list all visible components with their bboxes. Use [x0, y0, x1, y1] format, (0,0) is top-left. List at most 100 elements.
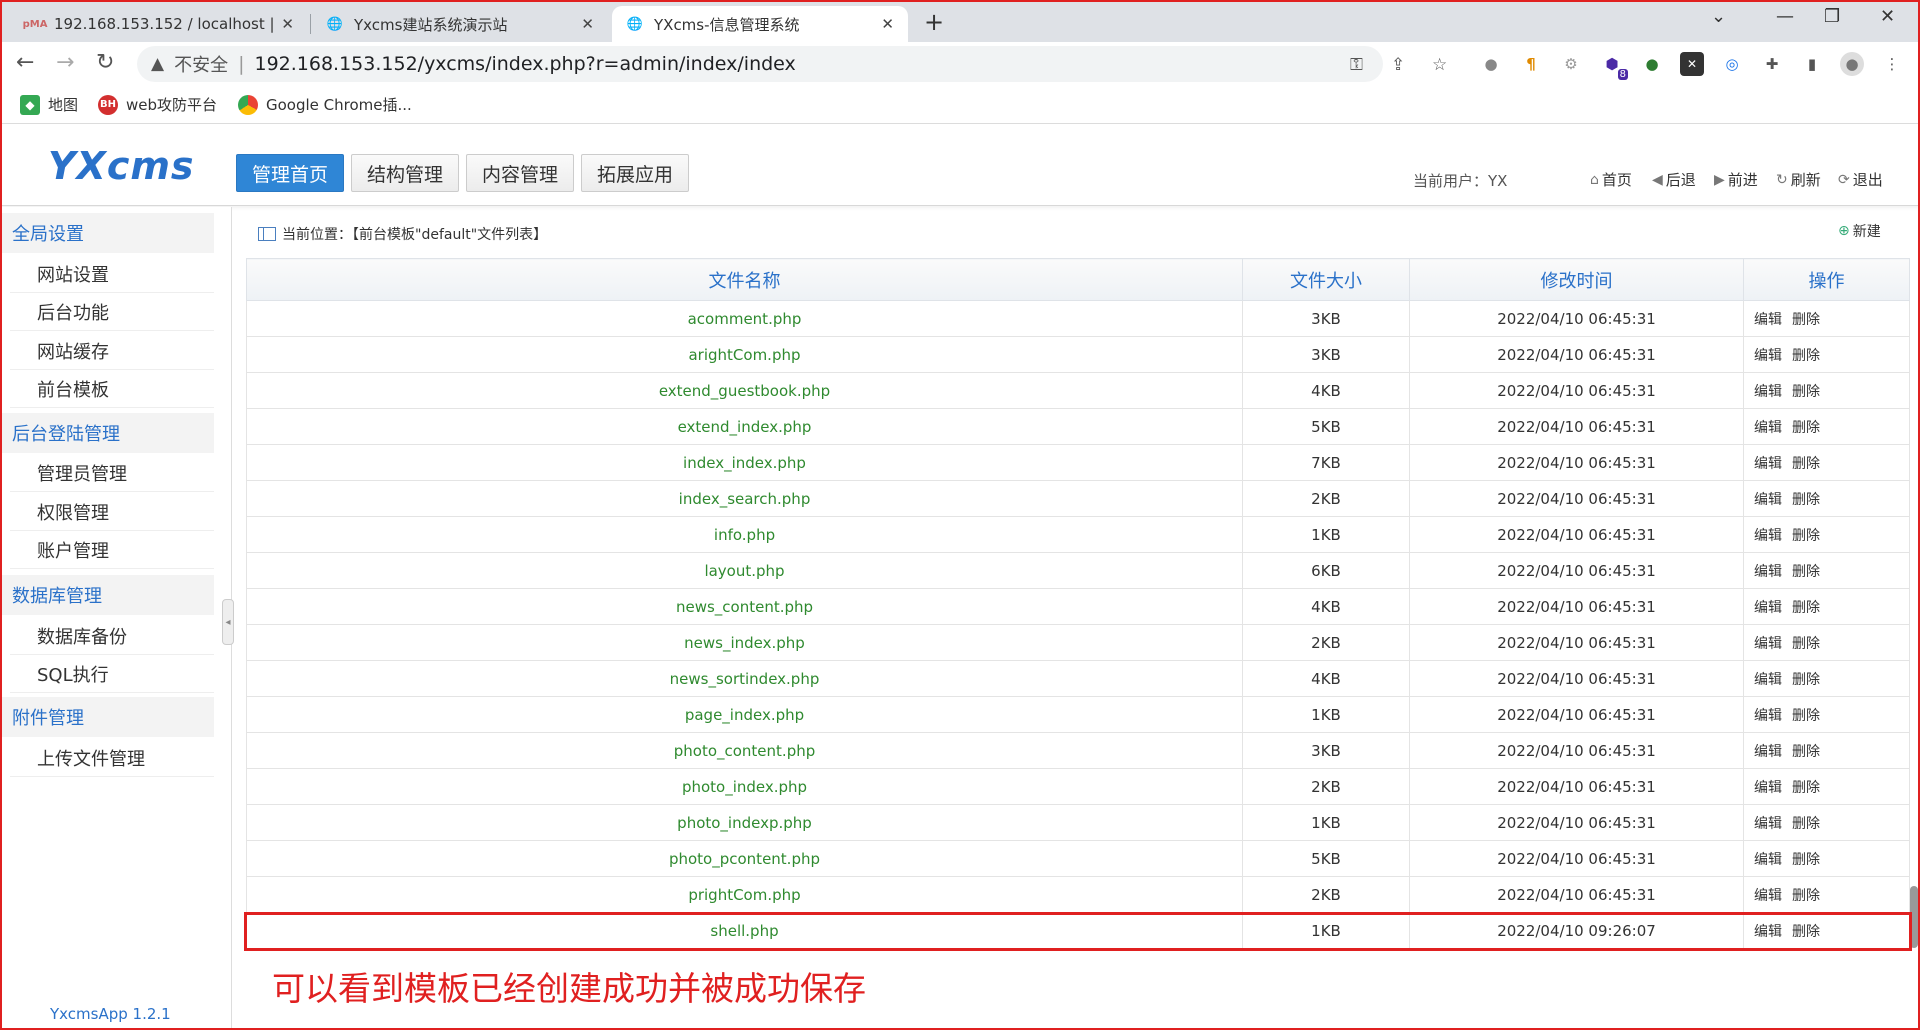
tab-phpmyadmin[interactable]: pMA 192.168.153.152 / localhost | p ✕	[12, 6, 308, 42]
bookmark-star-icon[interactable]: ☆	[1432, 55, 1447, 75]
menu-kebab-icon[interactable]: ⋮	[1880, 52, 1904, 76]
delete-link[interactable]: 删除	[1792, 384, 1820, 400]
close-icon[interactable]: ✕	[581, 15, 594, 33]
new-tab-button[interactable]: +	[924, 8, 944, 36]
delete-link[interactable]: 删除	[1792, 600, 1820, 616]
sidebar-group-login[interactable]: 后台登陆管理	[0, 413, 214, 453]
edit-link[interactable]: 编辑	[1754, 852, 1782, 868]
file-name[interactable]: news_content.php	[246, 588, 1243, 625]
file-name[interactable]: arightCom.php	[246, 336, 1243, 373]
delete-link[interactable]: 删除	[1792, 636, 1820, 652]
edit-link[interactable]: 编辑	[1754, 528, 1782, 544]
file-name[interactable]: extend_guestbook.php	[246, 372, 1243, 409]
edit-link[interactable]: 编辑	[1754, 456, 1782, 472]
edit-link[interactable]: 编辑	[1754, 600, 1782, 616]
edit-link[interactable]: 编辑	[1754, 816, 1782, 832]
delete-link[interactable]: 删除	[1792, 744, 1820, 760]
bookmark-maps[interactable]: ◆ 地图	[20, 94, 78, 115]
extension-x-icon[interactable]: ✕	[1680, 52, 1704, 76]
sidebar-item-frontend-templates[interactable]: 前台模板	[10, 370, 214, 408]
minimize-button[interactable]: —	[1776, 6, 1794, 27]
file-name[interactable]: photo_pcontent.php	[246, 840, 1243, 877]
delete-link[interactable]: 删除	[1792, 456, 1820, 472]
reload-button[interactable]: ↻	[96, 50, 114, 75]
file-name[interactable]: extend_index.php	[246, 408, 1243, 445]
sidebar-item-uploads[interactable]: 上传文件管理	[10, 739, 214, 777]
edit-link[interactable]: 编辑	[1754, 744, 1782, 760]
share-icon[interactable]: ⇪	[1391, 55, 1405, 75]
sidebar-item-permissions[interactable]: 权限管理	[10, 493, 214, 531]
sidebar-item-db-backup[interactable]: 数据库备份	[10, 617, 214, 655]
file-name[interactable]: info.php	[246, 516, 1243, 553]
file-name[interactable]: photo_index.php	[246, 768, 1243, 805]
sidebar-group-attachments[interactable]: 附件管理	[0, 697, 214, 737]
edit-link[interactable]: 编辑	[1754, 312, 1782, 328]
address-bar[interactable]: ▲ 不安全 | 192.168.153.152/yxcms/index.php?…	[137, 46, 1383, 82]
header-home-link[interactable]: ⌂ 首页	[1590, 169, 1632, 190]
close-icon[interactable]: ✕	[281, 15, 294, 33]
file-name[interactable]: news_index.php	[246, 624, 1243, 661]
tab-yxcms-admin[interactable]: 🌐 YXcms-信息管理系统 ✕	[612, 6, 908, 42]
sidebar-group-database[interactable]: 数据库管理	[0, 575, 214, 615]
sidebar-item-accounts[interactable]: 账户管理	[10, 531, 214, 569]
file-name[interactable]: photo_content.php	[246, 732, 1243, 769]
sidebar-item-site-settings[interactable]: 网站设置	[10, 255, 214, 293]
extension-compass-icon[interactable]: ◎	[1720, 52, 1744, 76]
edit-link[interactable]: 编辑	[1754, 564, 1782, 580]
delete-link[interactable]: 删除	[1792, 780, 1820, 796]
edit-link[interactable]: 编辑	[1754, 348, 1782, 364]
extension-hexagon-icon[interactable]: ⬢ 8	[1600, 52, 1628, 80]
tab-yxcms-demo[interactable]: 🌐 Yxcms建站系统演示站 ✕	[312, 6, 608, 42]
sidebar-item-backend-features[interactable]: 后台功能	[10, 293, 214, 331]
sidebar-collapse-handle[interactable]: ◂	[222, 599, 234, 645]
delete-link[interactable]: 删除	[1792, 420, 1820, 436]
edit-link[interactable]: 编辑	[1754, 888, 1782, 904]
edit-link[interactable]: 编辑	[1754, 672, 1782, 688]
nav-extensions[interactable]: 拓展应用	[581, 154, 690, 192]
sidebar-item-admins[interactable]: 管理员管理	[10, 454, 214, 492]
file-name[interactable]: index_index.php	[246, 444, 1243, 481]
delete-link[interactable]: 删除	[1792, 312, 1820, 328]
delete-link[interactable]: 删除	[1792, 672, 1820, 688]
extension-gear-icon[interactable]: ⚙	[1559, 52, 1583, 76]
delete-link[interactable]: 删除	[1792, 348, 1820, 364]
file-name[interactable]: layout.php	[246, 552, 1243, 589]
delete-link[interactable]: 删除	[1792, 492, 1820, 508]
edit-link[interactable]: 编辑	[1754, 780, 1782, 796]
bookmark-web-attack[interactable]: BH web攻防平台	[98, 94, 217, 115]
delete-link[interactable]: 删除	[1792, 888, 1820, 904]
window-close-button[interactable]: ✕	[1880, 6, 1895, 27]
key-icon[interactable]: ⚿	[1350, 55, 1363, 75]
file-name[interactable]: page_index.php	[246, 696, 1243, 733]
sidebar-item-site-cache[interactable]: 网站缓存	[10, 332, 214, 370]
file-name[interactable]: news_sortindex.php	[246, 660, 1243, 697]
nav-content[interactable]: 内容管理	[466, 154, 575, 192]
delete-link[interactable]: 删除	[1792, 564, 1820, 580]
file-name[interactable]: photo_indexp.php	[246, 804, 1243, 841]
edit-link[interactable]: 编辑	[1754, 492, 1782, 508]
nav-admin-home[interactable]: 管理首页	[236, 154, 345, 192]
header-refresh-link[interactable]: ↻ 刷新	[1776, 169, 1821, 190]
header-back-link[interactable]: ◀ 后退	[1652, 169, 1696, 190]
edit-link[interactable]: 编辑	[1754, 708, 1782, 724]
nav-structure[interactable]: 结构管理	[351, 154, 460, 192]
file-name[interactable]: prightCom.php	[246, 876, 1243, 913]
bookmark-chrome-plugins[interactable]: Google Chrome插...	[238, 94, 412, 115]
side-panel-icon[interactable]: ▮	[1800, 52, 1824, 76]
extension-pilcrow-icon[interactable]: ¶	[1519, 52, 1543, 76]
sidebar-group-global[interactable]: 全局设置	[0, 213, 214, 253]
maximize-button[interactable]: ❐	[1824, 6, 1840, 27]
sidebar-item-sql[interactable]: SQL执行	[10, 655, 214, 693]
delete-link[interactable]: 删除	[1792, 852, 1820, 868]
file-name[interactable]: index_search.php	[246, 480, 1243, 517]
extension-green-icon[interactable]: ●	[1640, 52, 1664, 76]
header-logout-link[interactable]: ⟳ 退出	[1838, 169, 1883, 190]
delete-link[interactable]: 删除	[1792, 528, 1820, 544]
close-icon[interactable]: ✕	[881, 15, 894, 33]
tab-search-icon[interactable]: ⌄	[1711, 6, 1726, 27]
file-name[interactable]: acomment.php	[246, 300, 1243, 337]
extensions-puzzle-icon[interactable]: ✚	[1760, 52, 1784, 76]
edit-link[interactable]: 编辑	[1754, 420, 1782, 436]
delete-link[interactable]: 删除	[1792, 816, 1820, 832]
delete-link[interactable]: 删除	[1792, 708, 1820, 724]
